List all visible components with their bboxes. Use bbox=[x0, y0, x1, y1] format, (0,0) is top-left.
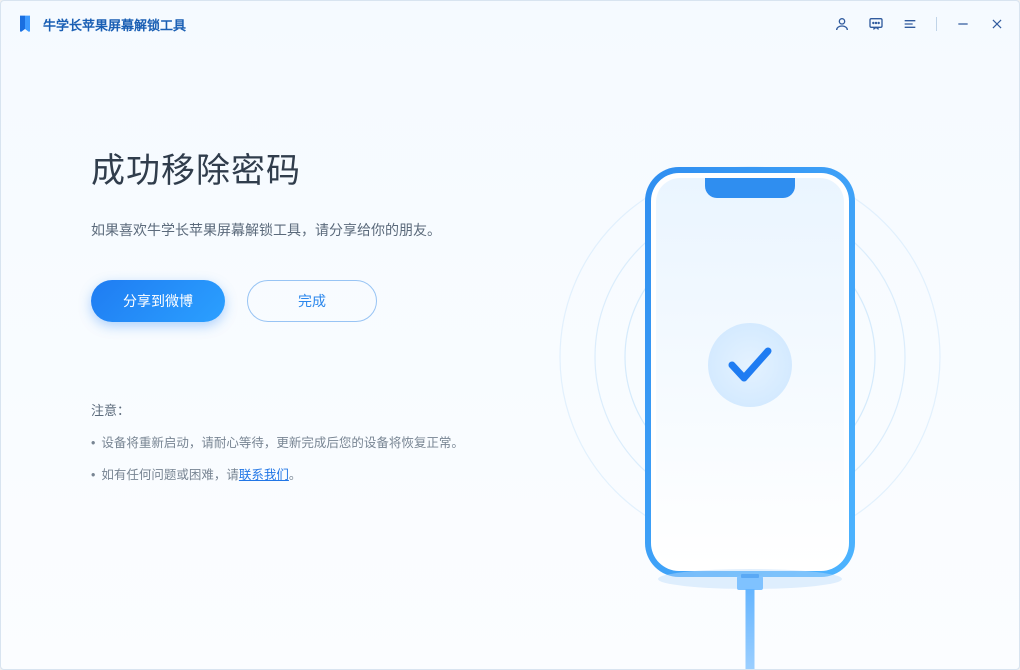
subtitle: 如果喜欢牛学长苹果屏幕解锁工具，请分享给你的朋友。 bbox=[91, 220, 521, 240]
note-suffix: 。 bbox=[289, 468, 302, 482]
user-icon[interactable] bbox=[834, 16, 850, 32]
titlebar-divider bbox=[936, 17, 937, 31]
notes-section: 注意： 设备将重新启动，请耐心等待，更新完成后您的设备将恢复正常。 如有任何问题… bbox=[91, 400, 521, 485]
main-content: 成功移除密码 如果喜欢牛学长苹果屏幕解锁工具，请分享给你的朋友。 分享到微博 完… bbox=[1, 47, 1019, 669]
feedback-icon[interactable] bbox=[868, 16, 884, 32]
done-button[interactable]: 完成 bbox=[247, 280, 377, 322]
app-window: 牛学长苹果屏幕解锁工具 成功移除密码 如果喜欢牛学长苹果屏幕解锁工具，请分享给你… bbox=[0, 0, 1020, 670]
notes-label: 注意： bbox=[91, 400, 521, 419]
note-item: 如有任何问题或困难，请联系我们。 bbox=[91, 465, 521, 485]
button-row: 分享到微博 完成 bbox=[91, 280, 521, 322]
note-item: 设备将重新启动，请耐心等待，更新完成后您的设备将恢复正常。 bbox=[91, 433, 521, 453]
note-text-composite: 如有任何问题或困难，请联系我们。 bbox=[101, 465, 301, 485]
minimize-icon[interactable] bbox=[955, 16, 971, 32]
left-column: 成功移除密码 如果喜欢牛学长苹果屏幕解锁工具，请分享给你的朋友。 分享到微博 完… bbox=[91, 107, 521, 669]
titlebar: 牛学长苹果屏幕解锁工具 bbox=[1, 1, 1019, 47]
close-icon[interactable] bbox=[989, 16, 1005, 32]
contact-us-link[interactable]: 联系我们 bbox=[239, 468, 289, 482]
note-text: 设备将重新启动，请耐心等待，更新完成后您的设备将恢复正常。 bbox=[101, 433, 464, 453]
right-column bbox=[521, 107, 979, 669]
titlebar-controls bbox=[834, 16, 1005, 32]
menu-icon[interactable] bbox=[902, 16, 918, 32]
app-title: 牛学长苹果屏幕解锁工具 bbox=[43, 15, 186, 34]
share-button[interactable]: 分享到微博 bbox=[91, 280, 225, 322]
note-prefix: 如有任何问题或困难，请 bbox=[101, 468, 239, 482]
app-logo-icon bbox=[15, 14, 35, 34]
phone-success-illustration bbox=[540, 127, 960, 670]
page-title: 成功移除密码 bbox=[91, 143, 521, 192]
